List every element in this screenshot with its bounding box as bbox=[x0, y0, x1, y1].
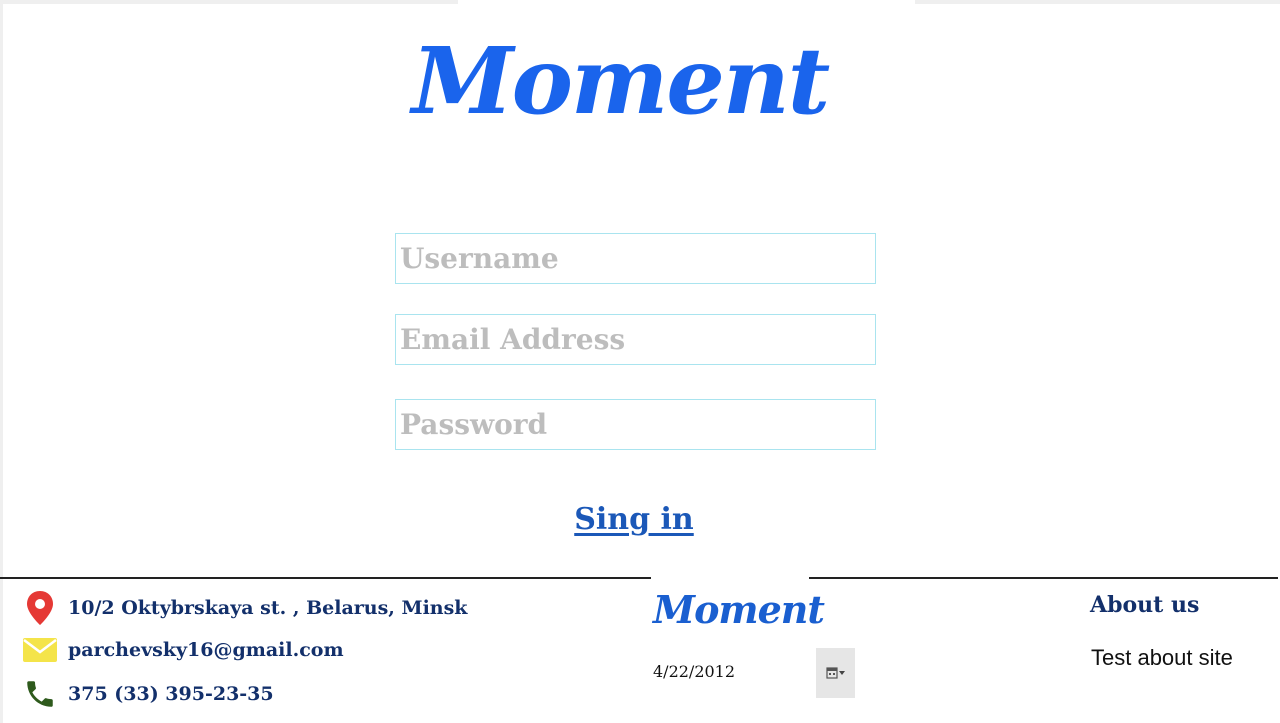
about-text: Test about site bbox=[1091, 645, 1233, 670]
about-heading: About us bbox=[1090, 592, 1200, 618]
footer-divider-gap bbox=[651, 577, 809, 579]
phone-text[interactable]: 375 (33) 395-23-35 bbox=[68, 683, 274, 705]
footer-email: parchevsky16@gmail.com bbox=[22, 632, 344, 668]
footer-brand-logo[interactable]: Moment bbox=[653, 586, 825, 634]
calendar-icon bbox=[825, 667, 845, 679]
username-field[interactable] bbox=[395, 233, 876, 284]
footer-divider bbox=[0, 577, 1278, 579]
brand-logo[interactable]: Moment bbox=[0, 26, 1240, 136]
top-strip-center bbox=[458, 0, 915, 4]
footer-phone: 375 (33) 395-23-35 bbox=[22, 676, 274, 712]
date-picker-button[interactable] bbox=[816, 648, 855, 698]
password-field[interactable] bbox=[395, 399, 876, 450]
footer-address: 10/2 Oktybrskaya st. , Belarus, Minsk bbox=[22, 590, 467, 626]
page: Moment Sing in 10/2 Oktybrskaya st. , Be… bbox=[0, 0, 1280, 723]
phone-icon bbox=[22, 676, 58, 712]
map-pin-icon bbox=[22, 590, 58, 626]
top-strip bbox=[0, 0, 1280, 4]
address-text: 10/2 Oktybrskaya st. , Belarus, Minsk bbox=[68, 597, 468, 619]
date-value[interactable]: 4/22/2012 bbox=[653, 662, 735, 681]
email-text[interactable]: parchevsky16@gmail.com bbox=[68, 639, 344, 661]
sign-in-link[interactable]: Sing in bbox=[0, 502, 1268, 537]
envelope-icon bbox=[22, 632, 58, 668]
email-field[interactable] bbox=[395, 314, 876, 365]
date-picker[interactable]: 4/22/2012 bbox=[653, 648, 855, 698]
